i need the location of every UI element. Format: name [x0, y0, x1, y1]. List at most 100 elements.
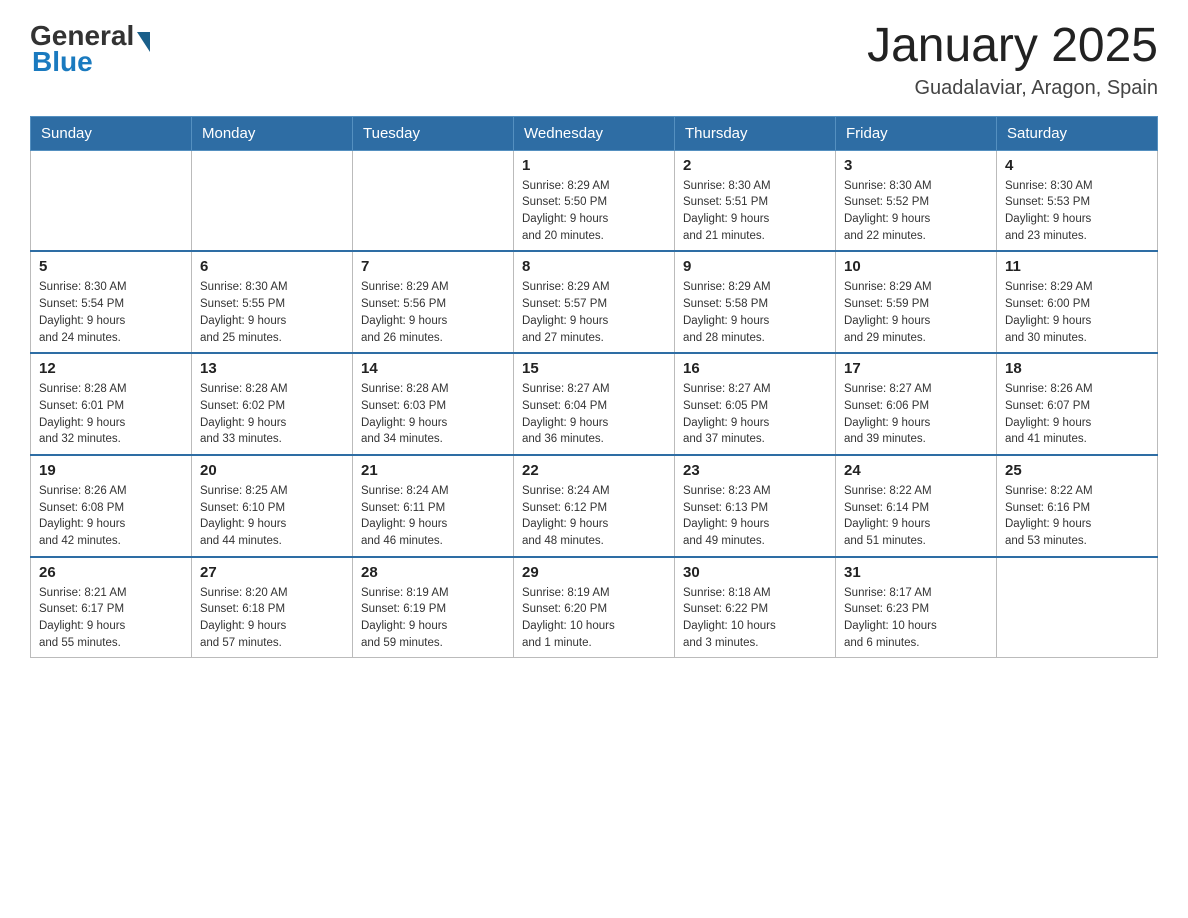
calendar-cell: 1 Sunrise: 8:29 AM Sunset: 5:50 PM Daylig… — [514, 150, 675, 251]
day-number: 15 — [522, 360, 666, 377]
weekday-header-monday: Monday — [192, 116, 353, 150]
weekday-header-sunday: Sunday — [31, 116, 192, 150]
page-header: General Blue January 2025 Guadalaviar, A… — [30, 20, 1158, 100]
logo-triangle-icon — [137, 32, 150, 52]
calendar-cell: 24 Sunrise: 8:22 AM Sunset: 6:14 PM Dayli… — [836, 455, 997, 557]
calendar-cell: 16 Sunrise: 8:27 AM Sunset: 6:05 PM Dayli… — [675, 353, 836, 455]
calendar-cell: 29 Sunrise: 8:19 AM Sunset: 6:20 PM Dayli… — [514, 557, 675, 658]
calendar-cell: 20Sunrise: 8:25 AM Sunset: 6:10 PM Dayli… — [192, 455, 353, 557]
calendar-cell: 17Sunrise: 8:27 AM Sunset: 6:06 PM Dayli… — [836, 353, 997, 455]
calendar-cell: 15 Sunrise: 8:27 AM Sunset: 6:04 PM Dayli… — [514, 353, 675, 455]
day-number: 23 — [683, 462, 827, 479]
day-number: 10 — [844, 258, 988, 275]
day-number: 5 — [39, 258, 183, 275]
day-number: 14 — [361, 360, 505, 377]
day-number: 21 — [361, 462, 505, 479]
day-number: 7 — [361, 258, 505, 275]
day-number: 18 — [1005, 360, 1149, 377]
day-number: 13 — [200, 360, 344, 377]
day-number: 25 — [1005, 462, 1149, 479]
calendar-cell: 10 Sunrise: 8:29 AM Sunset: 5:59 PM Dayli… — [836, 251, 997, 353]
calendar-cell: 18 Sunrise: 8:26 AM Sunset: 6:07 PM Dayli… — [997, 353, 1158, 455]
weekday-header-saturday: Saturday — [997, 116, 1158, 150]
calendar-cell: 5Sunrise: 8:30 AM Sunset: 5:54 PM Daylig… — [31, 251, 192, 353]
day-info: Sunrise: 8:22 AM Sunset: 6:16 PM Dayligh… — [1005, 483, 1149, 550]
day-info: Sunrise: 8:29 AM Sunset: 5:58 PM Dayligh… — [683, 279, 827, 346]
day-info: Sunrise: 8:20 AM Sunset: 6:18 PM Dayligh… — [200, 585, 344, 652]
calendar-cell: 2Sunrise: 8:30 AM Sunset: 5:51 PM Daylig… — [675, 150, 836, 251]
calendar-cell: 30 Sunrise: 8:18 AM Sunset: 6:22 PM Dayli… — [675, 557, 836, 658]
day-number: 8 — [522, 258, 666, 275]
day-info: Sunrise: 8:19 AM Sunset: 6:20 PM Dayligh… — [522, 585, 666, 652]
day-info: Sunrise: 8:17 AM Sunset: 6:23 PM Dayligh… — [844, 585, 988, 652]
calendar-cell: 13 Sunrise: 8:28 AM Sunset: 6:02 PM Dayli… — [192, 353, 353, 455]
day-info: Sunrise: 8:19 AM Sunset: 6:19 PM Dayligh… — [361, 585, 505, 652]
day-info: Sunrise: 8:30 AM Sunset: 5:52 PM Dayligh… — [844, 178, 988, 245]
day-info: Sunrise: 8:24 AM Sunset: 6:11 PM Dayligh… — [361, 483, 505, 550]
day-number: 1 — [522, 157, 666, 174]
calendar-cell: 22 Sunrise: 8:24 AM Sunset: 6:12 PM Dayli… — [514, 455, 675, 557]
calendar-week-row: 26 Sunrise: 8:21 AM Sunset: 6:17 PM Dayli… — [31, 557, 1158, 658]
calendar-cell — [997, 557, 1158, 658]
calendar-cell: 21 Sunrise: 8:24 AM Sunset: 6:11 PM Dayli… — [353, 455, 514, 557]
day-info: Sunrise: 8:24 AM Sunset: 6:12 PM Dayligh… — [522, 483, 666, 550]
day-info: Sunrise: 8:27 AM Sunset: 6:04 PM Dayligh… — [522, 381, 666, 448]
day-number: 16 — [683, 360, 827, 377]
calendar-table: SundayMondayTuesdayWednesdayThursdayFrid… — [30, 116, 1158, 658]
day-info: Sunrise: 8:30 AM Sunset: 5:55 PM Dayligh… — [200, 279, 344, 346]
day-number: 2 — [683, 157, 827, 174]
calendar-cell: 28 Sunrise: 8:19 AM Sunset: 6:19 PM Dayli… — [353, 557, 514, 658]
day-info: Sunrise: 8:27 AM Sunset: 6:05 PM Dayligh… — [683, 381, 827, 448]
calendar-cell: 7 Sunrise: 8:29 AM Sunset: 5:56 PM Daylig… — [353, 251, 514, 353]
day-info: Sunrise: 8:18 AM Sunset: 6:22 PM Dayligh… — [683, 585, 827, 652]
day-number: 24 — [844, 462, 988, 479]
calendar-week-row: 19 Sunrise: 8:26 AM Sunset: 6:08 PM Dayli… — [31, 455, 1158, 557]
calendar-week-row: 5Sunrise: 8:30 AM Sunset: 5:54 PM Daylig… — [31, 251, 1158, 353]
location-title: Guadalaviar, Aragon, Spain — [867, 77, 1158, 100]
day-number: 9 — [683, 258, 827, 275]
day-number: 6 — [200, 258, 344, 275]
day-number: 28 — [361, 564, 505, 581]
day-number: 11 — [1005, 258, 1149, 275]
calendar-cell — [353, 150, 514, 251]
day-info: Sunrise: 8:25 AM Sunset: 6:10 PM Dayligh… — [200, 483, 344, 550]
month-title: January 2025 — [867, 20, 1158, 73]
day-info: Sunrise: 8:28 AM Sunset: 6:03 PM Dayligh… — [361, 381, 505, 448]
calendar-cell: 9 Sunrise: 8:29 AM Sunset: 5:58 PM Daylig… — [675, 251, 836, 353]
calendar-cell: 12Sunrise: 8:28 AM Sunset: 6:01 PM Dayli… — [31, 353, 192, 455]
day-info: Sunrise: 8:29 AM Sunset: 5:59 PM Dayligh… — [844, 279, 988, 346]
day-number: 19 — [39, 462, 183, 479]
day-info: Sunrise: 8:29 AM Sunset: 6:00 PM Dayligh… — [1005, 279, 1149, 346]
weekday-header-friday: Friday — [836, 116, 997, 150]
logo: General Blue — [30, 20, 150, 76]
calendar-cell: 6 Sunrise: 8:30 AM Sunset: 5:55 PM Daylig… — [192, 251, 353, 353]
day-number: 22 — [522, 462, 666, 479]
day-info: Sunrise: 8:28 AM Sunset: 6:02 PM Dayligh… — [200, 381, 344, 448]
day-number: 26 — [39, 564, 183, 581]
day-info: Sunrise: 8:22 AM Sunset: 6:14 PM Dayligh… — [844, 483, 988, 550]
day-info: Sunrise: 8:29 AM Sunset: 5:56 PM Dayligh… — [361, 279, 505, 346]
calendar-cell: 14 Sunrise: 8:28 AM Sunset: 6:03 PM Dayli… — [353, 353, 514, 455]
calendar-cell: 4 Sunrise: 8:30 AM Sunset: 5:53 PM Daylig… — [997, 150, 1158, 251]
day-info: Sunrise: 8:29 AM Sunset: 5:57 PM Dayligh… — [522, 279, 666, 346]
calendar-cell: 8 Sunrise: 8:29 AM Sunset: 5:57 PM Daylig… — [514, 251, 675, 353]
calendar-cell: 11 Sunrise: 8:29 AM Sunset: 6:00 PM Dayli… — [997, 251, 1158, 353]
day-info: Sunrise: 8:26 AM Sunset: 6:08 PM Dayligh… — [39, 483, 183, 550]
day-info: Sunrise: 8:26 AM Sunset: 6:07 PM Dayligh… — [1005, 381, 1149, 448]
calendar-header-row: SundayMondayTuesdayWednesdayThursdayFrid… — [31, 116, 1158, 150]
day-number: 4 — [1005, 157, 1149, 174]
calendar-cell: 23 Sunrise: 8:23 AM Sunset: 6:13 PM Dayli… — [675, 455, 836, 557]
calendar-cell — [192, 150, 353, 251]
day-info: Sunrise: 8:23 AM Sunset: 6:13 PM Dayligh… — [683, 483, 827, 550]
weekday-header-tuesday: Tuesday — [353, 116, 514, 150]
weekday-header-thursday: Thursday — [675, 116, 836, 150]
day-number: 29 — [522, 564, 666, 581]
calendar-cell: 26 Sunrise: 8:21 AM Sunset: 6:17 PM Dayli… — [31, 557, 192, 658]
day-number: 31 — [844, 564, 988, 581]
day-number: 17 — [844, 360, 988, 377]
day-number: 30 — [683, 564, 827, 581]
calendar-cell: 19 Sunrise: 8:26 AM Sunset: 6:08 PM Dayli… — [31, 455, 192, 557]
day-info: Sunrise: 8:29 AM Sunset: 5:50 PM Dayligh… — [522, 178, 666, 245]
day-info: Sunrise: 8:21 AM Sunset: 6:17 PM Dayligh… — [39, 585, 183, 652]
day-info: Sunrise: 8:30 AM Sunset: 5:53 PM Dayligh… — [1005, 178, 1149, 245]
